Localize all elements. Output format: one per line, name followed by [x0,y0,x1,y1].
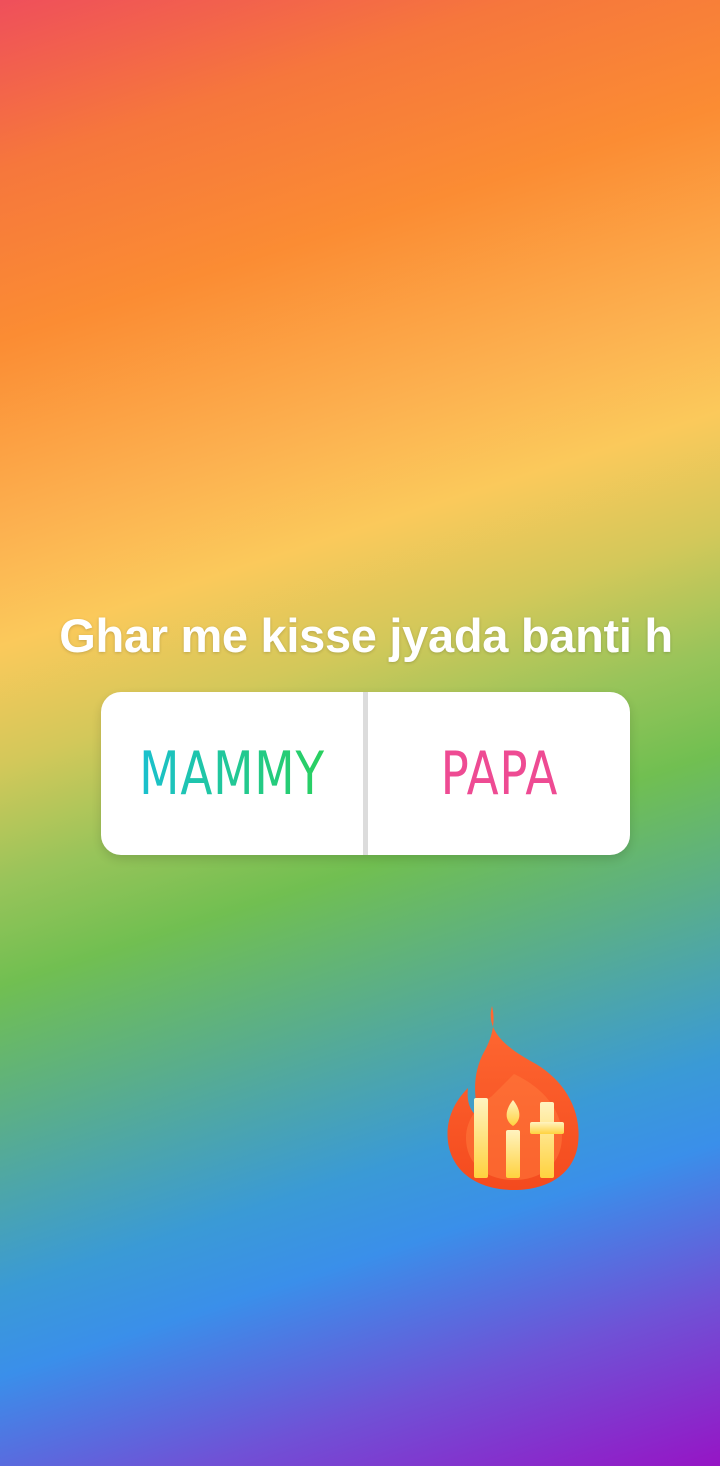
poll-option-label: PAPA [440,738,558,809]
lit-fire-sticker-icon[interactable] [444,1004,584,1190]
poll-question: Ghar me kisse jyada banti h [59,609,673,662]
poll-sticker[interactable]: MAMMY PAPA [101,692,630,855]
poll-option-mammy[interactable]: MAMMY [101,692,363,855]
poll-option-label: MAMMY [139,738,325,809]
poll-option-papa[interactable]: PAPA [368,692,630,855]
